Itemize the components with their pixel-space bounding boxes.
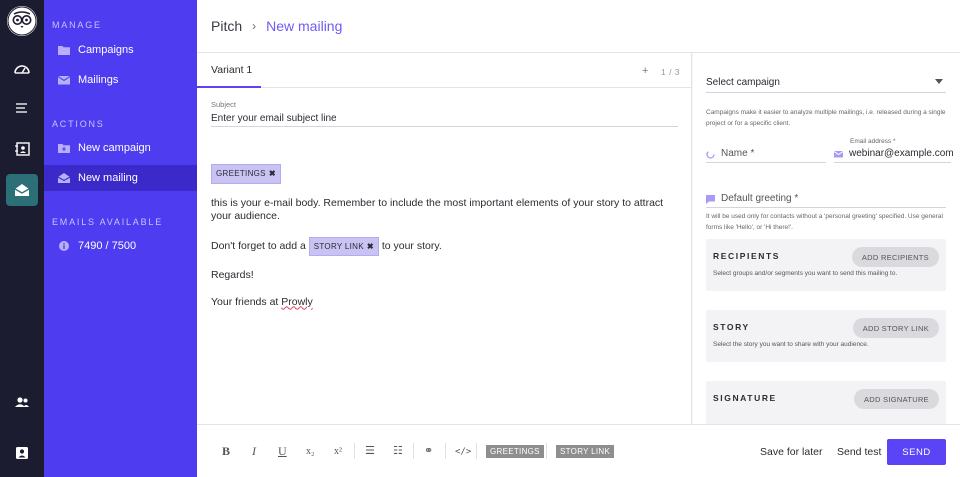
team-icon[interactable] <box>6 386 38 418</box>
campaign-select-value: Select campaign <box>706 77 780 88</box>
tab-variant-1[interactable]: Variant 1 <box>197 53 261 88</box>
mail-body[interactable]: GREETINGS ✖ this is your e-mail body. Rem… <box>211 164 681 322</box>
account-icon[interactable] <box>6 437 38 469</box>
brand-word: Prowly <box>281 295 313 308</box>
settings-panel: Select campaign Campaigns make it easier… <box>693 53 960 424</box>
recipients-desc: Select groups and/or segments you want t… <box>713 270 898 277</box>
add-signature-button[interactable]: ADD SIGNATURE <box>853 389 939 409</box>
contacts-book-icon[interactable] <box>6 133 38 165</box>
name-field[interactable]: Name * <box>706 143 826 163</box>
ordered-list-icon[interactable]: ☰ <box>365 444 375 457</box>
greetings-chip[interactable]: GREETINGS ✖ <box>211 164 281 184</box>
variant-count: 1 / 3 <box>661 67 681 77</box>
sidebar-item-new-mailing[interactable]: New mailing <box>44 165 197 191</box>
mail-open-icon <box>58 173 70 183</box>
menu-list-icon[interactable] <box>6 92 38 124</box>
signature-card: SIGNATURE ADD SIGNATURE <box>706 381 946 424</box>
info-icon <box>58 241 70 251</box>
add-variant-button[interactable]: + <box>642 65 648 77</box>
toolbar-divider <box>445 443 446 459</box>
story-link-chip[interactable]: STORY LINK ✖ <box>308 236 379 256</box>
toolbar-divider <box>354 443 355 459</box>
save-for-later-button[interactable]: Save for later <box>760 446 822 458</box>
mail-icon <box>58 75 70 85</box>
greeting-hint: It will be used only for contacts withou… <box>706 213 943 231</box>
folder-add-icon <box>58 143 70 153</box>
spinner-icon <box>706 150 715 159</box>
caret-down-icon <box>935 79 943 84</box>
subject-input[interactable] <box>211 111 678 127</box>
icon-rail <box>0 0 44 477</box>
emails-available-value: 7490 / 7500 <box>78 240 137 252</box>
code-icon[interactable]: </> <box>455 447 471 457</box>
manage-section-title: MANAGE <box>52 20 102 30</box>
story-title: STORY <box>713 322 750 332</box>
body-paragraph: Regards! <box>211 269 254 281</box>
editor-toolbar: B I U x₂ x² ☰ ☷ ⚭ </> GREETINGS STORY LI… <box>197 424 960 477</box>
breadcrumb-separator: › <box>252 19 257 33</box>
body-paragraph: this is your e-mail body. Remember to in… <box>211 196 664 223</box>
sidebar-item-label: New mailing <box>78 172 138 184</box>
bullet-list-icon[interactable]: ☷ <box>393 444 403 457</box>
campaign-hint: Campaigns make it easier to analyze mult… <box>706 109 946 127</box>
story-link-chip-label: STORY LINK <box>313 241 364 251</box>
campaign-select[interactable]: Select campaign <box>706 71 946 93</box>
body-text: Don't forget to add a <box>211 239 306 252</box>
link-icon[interactable]: ⚭ <box>424 444 433 457</box>
sidebar-item-label: Campaigns <box>78 44 134 56</box>
send-test-button[interactable]: Send test <box>837 446 881 458</box>
bold-button[interactable]: B <box>222 444 230 459</box>
emails-available-title: EMAILS AVAILABLE <box>52 217 164 227</box>
body-text: to your story. <box>381 239 442 252</box>
recipients-title: RECIPIENTS <box>713 251 781 261</box>
story-card: STORY ADD STORY LINK Select the story yo… <box>706 310 946 362</box>
subject-label: Subject <box>211 100 237 109</box>
subscript-button[interactable]: x₂ <box>306 446 315 457</box>
chat-icon <box>706 195 715 204</box>
actions-section-title: ACTIONS <box>52 119 105 129</box>
breadcrumb-root[interactable]: Pitch <box>211 18 242 34</box>
insert-greetings-button[interactable]: GREETINGS <box>486 445 544 458</box>
email-field[interactable]: webinar@example.com <box>834 143 954 163</box>
recipients-card: RECIPIENTS ADD RECIPIENTS Select groups … <box>706 239 946 291</box>
mailing-envelope-icon[interactable] <box>6 174 38 206</box>
logo-owl-icon[interactable] <box>7 6 37 36</box>
toolbar-divider <box>476 443 477 459</box>
add-recipients-button[interactable]: ADD RECIPIENTS <box>851 247 939 267</box>
body-text: Your friends at <box>211 295 279 308</box>
folder-icon <box>58 45 70 55</box>
sidebar-item-new-campaign[interactable]: New campaign <box>44 135 197 161</box>
superscript-button[interactable]: x² <box>334 446 342 457</box>
greetings-chip-label: GREETINGS <box>216 169 266 178</box>
mail-editor: Variant 1 + 1 / 3 Subject GREETINGS✖ thi… <box>197 53 692 424</box>
variant-tabs: Variant 1 + 1 / 3 <box>197 53 692 88</box>
italic-button[interactable]: I <box>252 444 256 459</box>
mail-icon <box>834 150 843 159</box>
greeting-placeholder: Default greeting * <box>721 193 799 204</box>
sidebar-item-campaigns[interactable]: Campaigns <box>44 37 197 63</box>
default-greeting-field[interactable]: Default greeting * <box>706 188 946 208</box>
page-header: Pitch › New mailing <box>197 0 960 53</box>
sidebar-item-label: New campaign <box>78 142 151 154</box>
story-desc: Select the story you want to share with … <box>713 341 869 348</box>
breadcrumb-current: New mailing <box>266 18 343 34</box>
close-icon[interactable]: ✖ <box>269 169 276 178</box>
close-icon[interactable]: ✖ <box>367 242 374 251</box>
sidebar-nav: MANAGE Campaigns Mailings ACTIONS New ca… <box>44 0 197 477</box>
insert-story-link-button[interactable]: STORY LINK <box>556 445 615 458</box>
toolbar-divider <box>546 443 547 459</box>
underline-button[interactable]: U <box>278 444 287 459</box>
toolbar-divider <box>413 443 414 459</box>
emails-available-counter: 7490 / 7500 <box>44 233 197 259</box>
email-value: webinar@example.com <box>849 148 954 159</box>
add-story-link-button[interactable]: ADD STORY LINK <box>852 318 939 338</box>
send-button[interactable]: SEND <box>887 439 946 465</box>
name-placeholder: Name * <box>721 148 755 159</box>
sidebar-item-label: Mailings <box>78 74 119 86</box>
dashboard-gauge-icon[interactable] <box>6 52 38 84</box>
signature-title: SIGNATURE <box>713 393 777 403</box>
sidebar-item-mailings[interactable]: Mailings <box>44 67 197 93</box>
